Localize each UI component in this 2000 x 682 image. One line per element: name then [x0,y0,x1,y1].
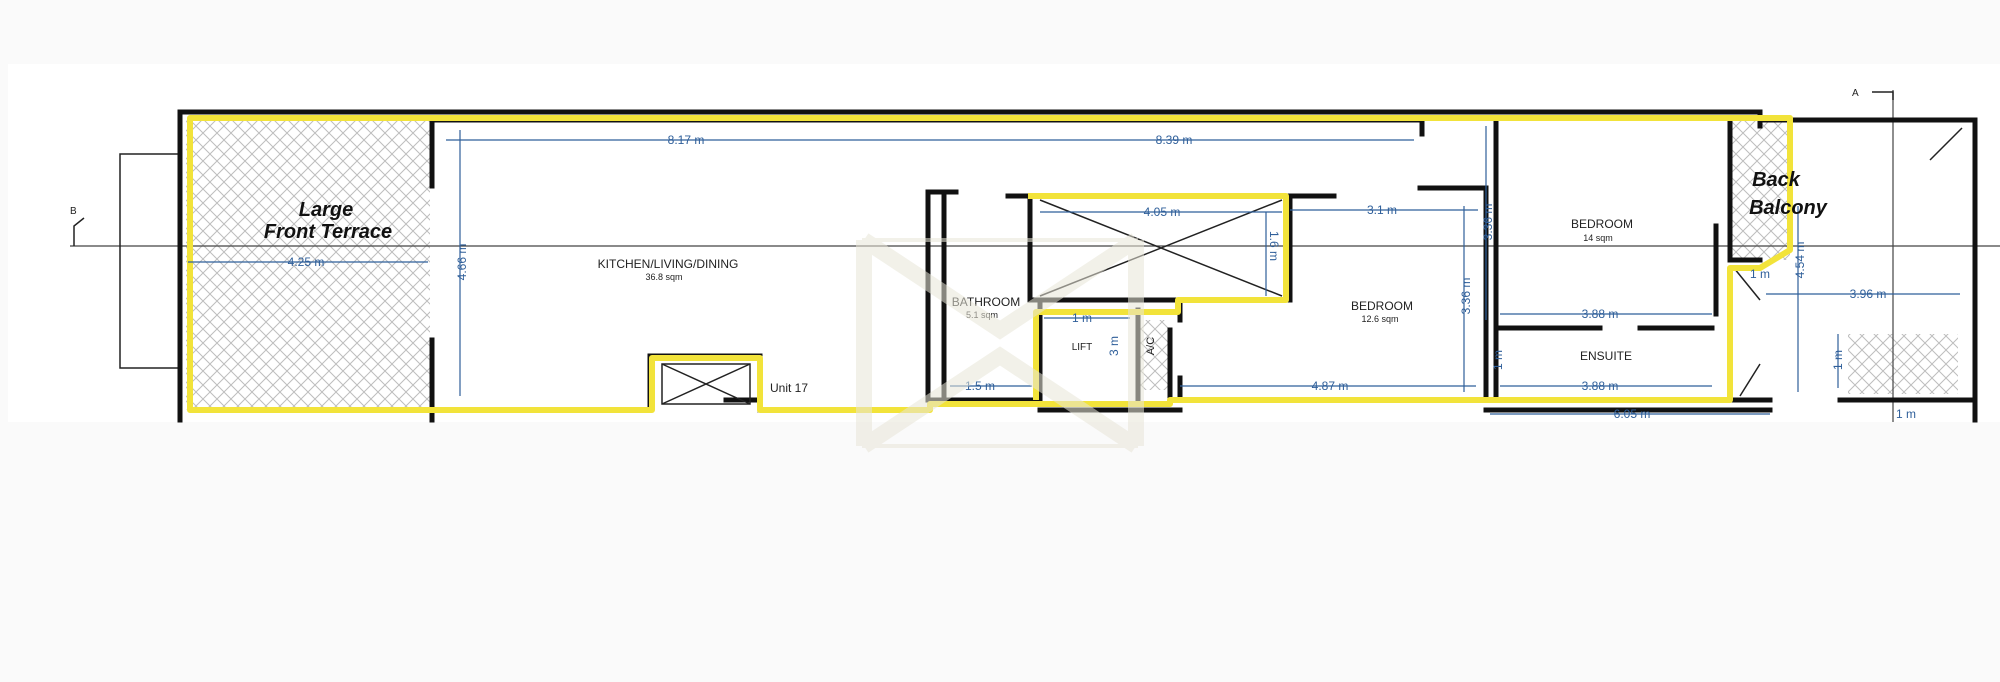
bedroom2-area: 12.6 sqm [1361,314,1398,324]
svg-text:3.88 m: 3.88 m [1582,307,1619,321]
back-balcony-label-1: Back [1752,169,1801,191]
front-terrace-label-2: Front Terrace [264,221,392,243]
section-label-a: A [1852,88,1859,99]
kitchen-label: KITCHEN/LIVING/DINING [598,257,739,271]
back-balcony-label-2: Balcony [1749,197,1828,219]
lift-label: LIFT [1072,342,1093,353]
section-label-b: B [70,206,77,217]
svg-text:1 m: 1 m [1896,407,1916,421]
ac-label: A/C [1145,337,1157,355]
svg-text:1 m: 1 m [1491,350,1505,370]
floor-plan: B A Large Front Terrace KITCHEN/LIVING/D… [8,64,2000,453]
svg-text:3.88 m: 3.88 m [1582,379,1619,393]
svg-text:4.54 m: 4.54 m [1793,242,1807,279]
side-hatch [1848,334,1958,394]
svg-text:1 m: 1 m [1750,267,1770,281]
unit-label: Unit 17 [770,381,808,395]
svg-text:3.96 m: 3.96 m [1850,287,1887,301]
svg-text:3.1 m: 3.1 m [1367,203,1397,217]
svg-text:1.6 m: 1.6 m [1267,231,1281,261]
svg-text:4.66 m: 4.66 m [455,244,469,281]
svg-text:4.05 m: 4.05 m [1144,205,1181,219]
svg-text:6.05 m: 6.05 m [1614,407,1651,421]
svg-text:3.36 m: 3.36 m [1481,204,1495,241]
ensuite-label: ENSUITE [1580,349,1632,363]
bedroom1-area: 14 sqm [1583,233,1613,243]
svg-text:3.36 m: 3.36 m [1459,278,1473,315]
svg-text:8.39 m: 8.39 m [1156,133,1193,147]
front-terrace-label-1: Large [299,199,353,221]
kitchen-area: 36.8 sqm [645,272,682,282]
svg-text:1 m: 1 m [1831,350,1845,370]
bedroom2-label: BEDROOM [1351,299,1413,313]
svg-text:1 m: 1 m [1072,311,1092,325]
svg-text:4.25 m: 4.25 m [288,255,325,269]
bedroom1-label: BEDROOM [1571,217,1633,231]
svg-text:8.17 m: 8.17 m [668,133,705,147]
svg-text:3 m: 3 m [1107,336,1121,356]
svg-text:4.87 m: 4.87 m [1312,379,1349,393]
